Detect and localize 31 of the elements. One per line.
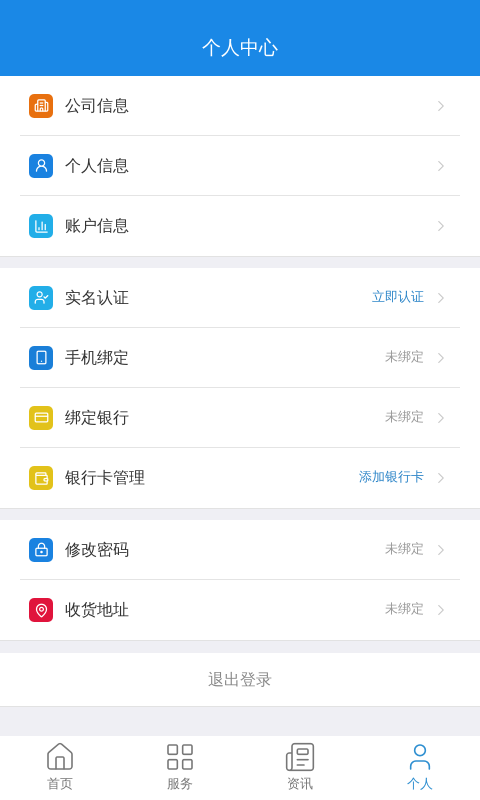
status-text: 未绑定 <box>385 540 424 559</box>
tab[interactable]: 服务 <box>120 736 240 800</box>
status-text: 未绑定 <box>385 348 424 367</box>
menu-item[interactable]: 个人信息 <box>20 136 460 196</box>
tab[interactable]: 首页 <box>0 736 120 800</box>
status-text: 添加银行卡 <box>359 469 424 488</box>
status-text: 未绑定 <box>385 601 424 620</box>
menu-label: 银行卡管理 <box>65 467 145 489</box>
menu-label: 修改密码 <box>65 538 129 560</box>
menu-item[interactable]: 绑定银行 未绑定 <box>20 388 460 448</box>
tab[interactable]: 个人 <box>360 736 480 800</box>
menu-item[interactable]: 手机绑定 未绑定 <box>20 328 460 388</box>
status-text: 未绑定 <box>385 408 424 427</box>
menu-label: 收货地址 <box>65 599 129 621</box>
menu-label: 账户信息 <box>65 215 129 237</box>
menu-label: 实名认证 <box>65 286 129 308</box>
tab[interactable]: 资讯 <box>240 736 360 800</box>
menu-label: 个人信息 <box>65 154 129 176</box>
page-title: 个人中心 <box>202 36 278 60</box>
menu-label: 公司信息 <box>65 94 129 116</box>
menu-item[interactable]: 账户信息 <box>20 196 480 256</box>
menu-item[interactable]: 银行卡管理 添加银行卡 <box>20 448 480 508</box>
menu-item[interactable]: 收货地址 未绑定 <box>20 580 480 640</box>
menu-item[interactable]: 公司信息 <box>20 76 460 136</box>
menu-label: 手机绑定 <box>65 346 129 368</box>
menu-label: 绑定银行 <box>65 406 129 428</box>
status-text: 立即认证 <box>372 288 424 307</box>
logout-button[interactable]: 退出登录 <box>0 653 480 707</box>
menu-item[interactable]: 实名认证 立即认证 <box>20 268 460 328</box>
menu-item[interactable]: 修改密码 未绑定 <box>20 520 460 580</box>
newspaper-icon <box>284 741 316 774</box>
